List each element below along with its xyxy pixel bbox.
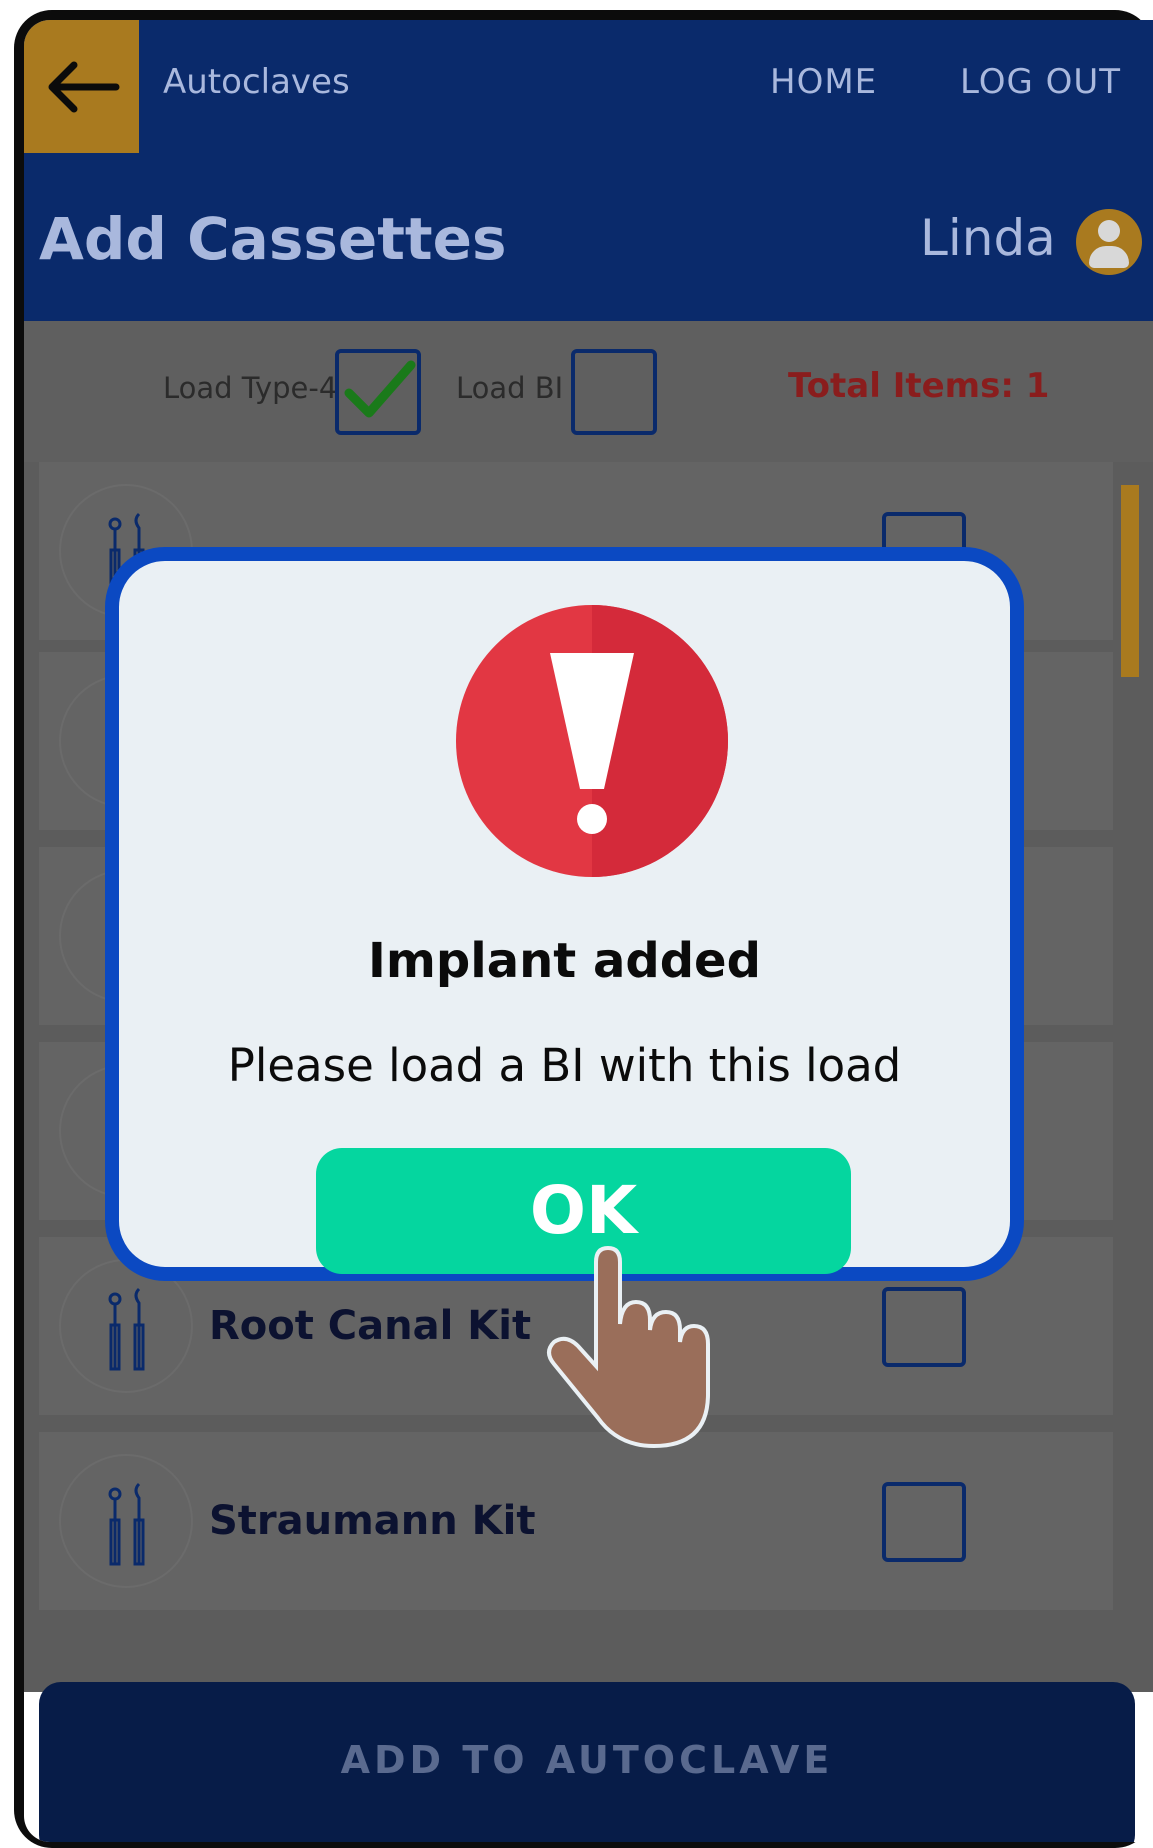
nav-title: Autoclaves <box>163 62 350 102</box>
top-nav-bar: Autoclaves HOME LOG OUT <box>24 20 1153 153</box>
load-bi-label: Load BI <box>456 371 564 405</box>
user-icon[interactable] <box>1076 209 1142 275</box>
total-items: Total Items: 1 <box>788 366 1050 406</box>
tap-hand-icon <box>547 1245 710 1449</box>
list-item-label: Root Canal Kit <box>209 1303 532 1349</box>
load-type-checkbox[interactable] <box>335 349 421 435</box>
dialog-title: Implant added <box>368 933 761 989</box>
page-header: Add Cassettes Linda <box>24 153 1153 321</box>
add-to-autoclave-label: ADD TO AUTOCLAVE <box>340 1738 834 1782</box>
logout-link[interactable]: LOG OUT <box>960 62 1121 102</box>
back-button[interactable] <box>24 20 139 153</box>
list-item[interactable]: Straumann Kit <box>39 1432 1113 1610</box>
list-item-checkbox[interactable] <box>882 1287 966 1367</box>
dental-tools-icon <box>59 1454 193 1588</box>
dialog-message: Please load a BI with this load <box>227 1039 902 1092</box>
arrow-left-icon <box>48 61 119 112</box>
list-item-label: Straumann Kit <box>209 1498 536 1544</box>
page-title: Add Cassettes <box>39 205 507 273</box>
load-options-bar: Load Type-4 Load BI Total Items: 1 <box>24 321 1153 462</box>
load-type-label: Load Type-4 <box>163 371 338 405</box>
user-name: Linda <box>920 209 1056 267</box>
load-bi-checkbox[interactable] <box>571 349 657 435</box>
add-to-autoclave-button[interactable]: ADD TO AUTOCLAVE <box>39 1682 1135 1842</box>
checkmark-icon <box>344 360 416 418</box>
alert-dialog: Implant added Please load a BI with this… <box>105 547 1024 1281</box>
home-link[interactable]: HOME <box>770 62 877 102</box>
exclamation-alert-icon <box>456 605 728 877</box>
list-scrollbar[interactable] <box>1121 485 1139 677</box>
list-item-checkbox[interactable] <box>882 1482 966 1562</box>
